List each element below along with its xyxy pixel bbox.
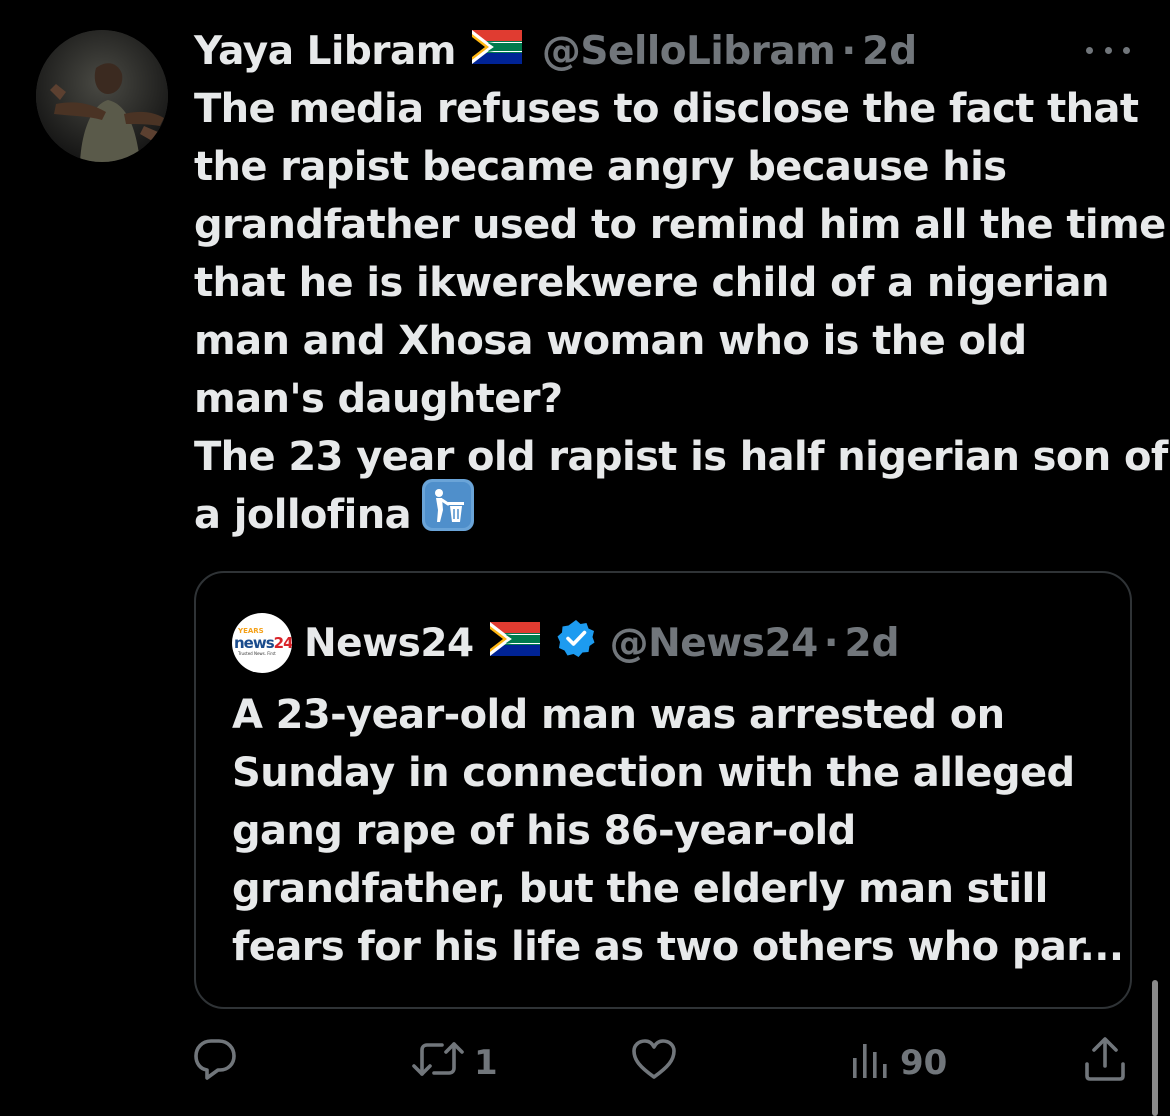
quoted-tweet[interactable]: YEARS news24 Trusted News. First News24 — [194, 571, 1132, 1009]
news24-avatar[interactable]: YEARS news24 Trusted News. First — [232, 613, 292, 673]
south-africa-flag-icon — [471, 29, 522, 74]
tweet-text-line: The media refuses to disclose the fact t… — [194, 86, 1139, 132]
quoted-text-line: gang rape of his 86-year-old — [232, 808, 856, 854]
quoted-text-line: A 23-year-old man was arrested on — [232, 692, 1005, 738]
retweet-button[interactable]: 1 — [410, 1036, 498, 1090]
tweet-text: The media refuses to disclose the fact t… — [194, 80, 1168, 548]
like-button[interactable] — [630, 1036, 678, 1090]
reply-icon — [192, 1036, 238, 1091]
tweet-text-line-last: a jollofina — [194, 479, 1154, 548]
tweet-text-line: The 23 year old rapist is half nigerian … — [194, 434, 1168, 480]
quoted-text-line: fears for his life as two others who par… — [232, 924, 1124, 970]
tweet-header: Yaya Libram @SelloLibram · 2d — [194, 24, 917, 78]
south-africa-flag-icon — [489, 621, 540, 666]
author-display-name[interactable]: Yaya Libram — [194, 29, 456, 74]
avatar-tagline: Trusted News. First — [238, 651, 276, 656]
tweet[interactable]: Yaya Libram @SelloLibram · 2d The media … — [0, 0, 1170, 1116]
reply-button[interactable] — [192, 1036, 238, 1090]
tweet-text-line: grandfather used to remind him all the t… — [194, 202, 1166, 248]
views-chart-icon — [850, 1036, 892, 1091]
share-button[interactable] — [1082, 1036, 1128, 1090]
retweet-icon — [410, 1036, 466, 1091]
tweet-text-line-content: a jollofina — [194, 492, 412, 538]
quoted-tweet-text: A 23-year-old man was arrested on Sunday… — [232, 686, 1124, 976]
tweet-text-line: man's daughter? — [194, 376, 563, 422]
tweet-actions-bar: 1 90 — [0, 1036, 1170, 1090]
avatar-brand-word: news — [234, 634, 275, 652]
litter-in-bin-icon — [421, 478, 475, 548]
quoted-text-line: Sunday in connection with the alleged — [232, 750, 1075, 796]
quoted-tweet-header: YEARS news24 Trusted News. First News24 — [232, 613, 900, 673]
quoted-author-display-name[interactable]: News24 — [304, 621, 474, 666]
quoted-author-handle[interactable]: @News24 — [610, 621, 819, 666]
separator-dot: · — [823, 620, 839, 666]
scrollbar[interactable] — [1152, 980, 1158, 1116]
tweet-text-line: man and Xhosa woman who is the old — [194, 318, 1027, 364]
tweet-timestamp[interactable]: 2d — [862, 29, 917, 74]
verified-badge-icon — [556, 618, 596, 668]
tweet-text-line: the rapist became angry because his — [194, 144, 1007, 190]
views-button[interactable]: 90 — [850, 1036, 947, 1090]
retweet-count: 1 — [474, 1043, 498, 1083]
author-avatar[interactable] — [36, 30, 168, 162]
tweet-text-line: that he is ikwerekwere child of a nigeri… — [194, 260, 1109, 306]
avatar-brand-text: news24 — [234, 634, 292, 652]
avatar-brand-number: 24 — [273, 634, 292, 652]
author-handle[interactable]: @SelloLibram — [542, 29, 836, 74]
heart-icon — [630, 1036, 678, 1091]
more-options-icon[interactable] — [1086, 40, 1130, 60]
share-icon — [1082, 1036, 1128, 1091]
views-count: 90 — [900, 1043, 948, 1083]
separator-dot: · — [841, 28, 857, 74]
quoted-text-line: grandfather, but the elderly man still — [232, 866, 1048, 912]
quoted-tweet-timestamp[interactable]: 2d — [845, 621, 900, 666]
